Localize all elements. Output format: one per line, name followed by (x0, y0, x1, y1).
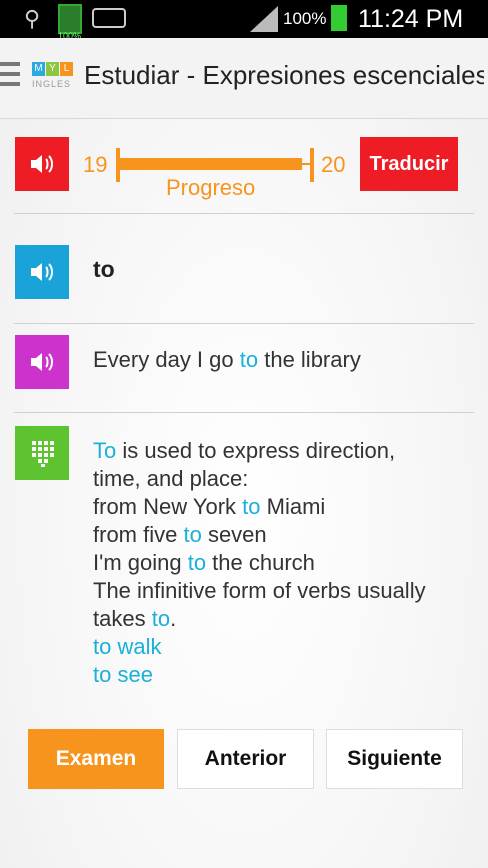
explanation-line: time, and place: (93, 465, 473, 493)
explanation-text-segment: time, and place: (93, 466, 249, 491)
usb-icon: ⚲ (24, 6, 41, 31)
divider (14, 213, 474, 214)
divider (14, 323, 474, 324)
explanation-line: I'm going to the church (93, 549, 473, 577)
highlighted-word: to walk (93, 634, 162, 659)
logo-subtitle: INGLES (32, 79, 72, 89)
explanation-text-segment: seven (201, 522, 267, 547)
sentence-highlight: to (239, 347, 259, 372)
progress-total: 20 (321, 152, 346, 177)
progress-label: Progreso (166, 175, 256, 200)
explanation-text-segment: the church (206, 550, 315, 575)
translate-button[interactable]: Traducir (360, 137, 458, 191)
clock: 11:24 PM (358, 5, 464, 33)
explanation-text-segment: is used to express direction, (116, 438, 396, 463)
explanation-line: to see (93, 661, 473, 689)
explanation-line: from New York to Miami (93, 493, 473, 521)
logo-letter-l: L (60, 62, 73, 76)
speaker-icon (31, 353, 53, 371)
next-button[interactable]: Siguiente (326, 729, 463, 789)
highlighted-word: to see (93, 662, 153, 687)
keypad-icon (32, 441, 54, 467)
battery-icon (331, 5, 347, 31)
highlighted-word: to (183, 522, 202, 547)
menu-icon[interactable] (0, 62, 20, 90)
logo-letter-m: M (32, 62, 45, 76)
progress-current: 19 (83, 152, 108, 177)
voicemail-icon (92, 8, 126, 28)
sentence-after: the library (258, 347, 361, 372)
example-sentence: Every day I go to the library (93, 347, 361, 373)
explanation-text: To is used to express direction, time, an… (93, 437, 473, 689)
highlighted-word: to (187, 550, 207, 575)
explanation-text-segment: from New York (93, 494, 243, 519)
sentence-audio-button[interactable] (15, 335, 69, 389)
app-logo[interactable]: M Y L INGLES (32, 62, 74, 94)
explanation-text-segment: . (170, 606, 177, 631)
explanation-text-segment: I'm going (93, 550, 188, 575)
highlighted-word: to (151, 606, 171, 631)
explanation-text-segment: The infinitive form of verbs usually (93, 578, 426, 603)
explanation-line: To is used to express direction, (93, 437, 473, 465)
explanation-text-segment: takes (93, 606, 152, 631)
word-audio-button[interactable] (15, 245, 69, 299)
status-bar: ⚲ 100% 100% 11:24 PM (0, 0, 488, 41)
grammar-button[interactable] (15, 426, 69, 480)
highlighted-word: to (242, 494, 261, 519)
speaker-icon (31, 263, 53, 281)
logo-letter-y: Y (46, 62, 59, 76)
study-word: to (93, 256, 115, 282)
explanation-line: The infinitive form of verbs usually (93, 577, 473, 605)
explanation-line: to walk (93, 633, 473, 661)
divider (14, 412, 474, 413)
highlighted-word: To (93, 438, 117, 463)
battery-small-icon: 100% (58, 4, 82, 41)
explanation-text-segment: from five (93, 522, 184, 547)
previous-button[interactable]: Anterior (177, 729, 314, 789)
explanation-line: from five to seven (93, 521, 473, 549)
page-title: Estudiar - Expresiones escenciales (84, 60, 484, 90)
explanation-line: takes to. (93, 605, 473, 633)
explanation-text-segment: Miami (260, 494, 326, 519)
battery-percent: 100% (283, 9, 327, 28)
exam-button[interactable]: Examen (28, 729, 164, 789)
speaker-icon (31, 155, 53, 173)
sentence-before: Every day I go (93, 347, 240, 372)
signal-icon (250, 6, 278, 32)
app-bar: M Y L INGLES Estudiar - Expresiones esce… (0, 38, 488, 119)
play-audio-button[interactable] (15, 137, 69, 191)
